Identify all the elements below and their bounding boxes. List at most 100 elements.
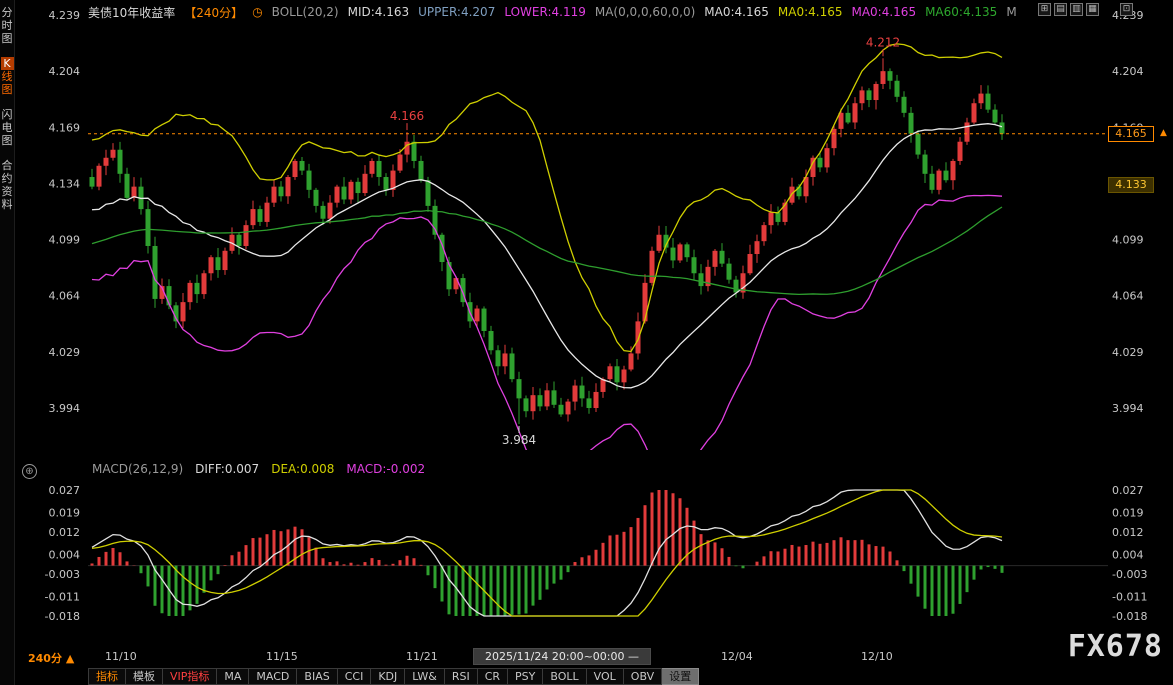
window-control-icon-4[interactable]: ⊡ — [1120, 3, 1133, 16]
toolbar-tab-8[interactable]: LW& — [405, 668, 445, 685]
sidebar-item-char: 资 — [1, 185, 14, 198]
period-selector-arrow-icon: ▲ — [66, 652, 74, 665]
x-axis-label: 11/10 — [105, 650, 137, 663]
ma-price-badge: 4.133 — [1108, 177, 1154, 193]
price-axis-label: 4.029 — [49, 346, 81, 359]
current-price-badge: 4.165 — [1108, 126, 1154, 142]
macd-diff-line — [92, 490, 1002, 616]
price-axis-label: 3.994 — [49, 402, 81, 415]
macd-axis-label: 0.027 — [49, 484, 81, 497]
toolbar-tab-9[interactable]: RSI — [445, 668, 478, 685]
price-axis-label: 4.099 — [1112, 234, 1144, 247]
macd-axis-label: -0.018 — [45, 610, 80, 623]
macd-axis-label: 0.027 — [1112, 484, 1144, 497]
macd-dea-value: DEA:0.008 — [271, 462, 334, 476]
sidebar-item-1[interactable]: K线图 — [1, 57, 14, 96]
macd-diff-value: DIFF:0.007 — [195, 462, 259, 476]
watermark-logo: FX678 — [1068, 629, 1163, 664]
toolbar-tab-0[interactable]: 指标 — [88, 668, 126, 685]
toolbar-tab-13[interactable]: VOL — [587, 668, 624, 685]
sidebar-item-3[interactable]: 合约资料 — [1, 159, 14, 211]
toolbar-tab-4[interactable]: MACD — [249, 668, 297, 685]
boll-mid-line — [92, 124, 1002, 388]
sidebar-item-char: 图 — [1, 83, 14, 96]
macd-axis-label: 0.004 — [49, 548, 81, 561]
boll-lower-value: LOWER:4.119 — [504, 5, 586, 19]
x-axis-row: 240分 ▲ 11/10 11/15 11/21 12/04 12/10 2025/11/… — [0, 648, 1173, 666]
x-axis-label: 11/15 — [266, 650, 298, 663]
chart-header: 美债10年收益率 【240分】 ◷ BOLL(20,2) MID:4.163 U… — [88, 3, 1017, 21]
boll-upper-value: UPPER:4.207 — [418, 5, 495, 19]
sidebar-item-char: 线 — [1, 70, 14, 83]
window-control-icon-3[interactable]: ▦ — [1086, 3, 1099, 16]
toolbar-tab-3[interactable]: MA — [217, 668, 249, 685]
price-annotation: 3.984 — [502, 433, 536, 447]
period-selector[interactable]: 240分 ▲ — [28, 650, 74, 666]
x-axis-label: 12/10 — [861, 650, 893, 663]
price-annotation: 4.166 — [390, 109, 424, 123]
macd-axis-label: 0.019 — [49, 506, 81, 519]
indicator-panel-icon[interactable]: ⊕ — [22, 464, 37, 479]
price-axis-label: 4.239 — [49, 9, 81, 22]
macd-legend: MACD(26,12,9) DIFF:0.007 DEA:0.008 MACD:… — [92, 462, 425, 476]
current-price-arrow-icon: ▲ — [1160, 128, 1167, 138]
toolbar-tab-7[interactable]: KDJ — [371, 668, 405, 685]
ma60-line — [92, 207, 1002, 294]
x-axis-label: 11/21 — [406, 650, 438, 663]
sidebar-item-char: 时 — [1, 19, 14, 32]
period-selector-label: 240分 — [28, 652, 62, 665]
macd-axis-label: -0.018 — [1112, 610, 1147, 623]
selected-period-label: 2025/11/24 20:00~00:00 — — [473, 648, 651, 665]
symbol-title: 美债10年收益率 — [88, 4, 175, 21]
price-axis-label: 4.204 — [49, 65, 81, 78]
macd-axis-label: 0.012 — [49, 526, 81, 539]
macd-dea-line — [92, 490, 1002, 616]
toolbar-tab-10[interactable]: CR — [478, 668, 508, 685]
toolbar-tab-12[interactable]: BOLL — [543, 668, 586, 685]
sidebar-item-char: 电 — [1, 121, 14, 134]
toolbar-tab-6[interactable]: CCI — [338, 668, 372, 685]
price-annotation: 4.212 — [866, 35, 900, 49]
period-label[interactable]: 【240分】 — [184, 4, 243, 21]
macd-name: MACD(26,12,9) — [92, 462, 183, 476]
toolbar-tab-15[interactable]: 设置 — [662, 668, 699, 685]
x-axis-label: 12/04 — [721, 650, 753, 663]
boll-mid-value: MID:4.163 — [348, 5, 410, 19]
toolbar-tab-11[interactable]: PSY — [508, 668, 543, 685]
price-axis-label: 4.029 — [1112, 346, 1144, 359]
price-axis-label: 4.204 — [1112, 65, 1144, 78]
ma0-value-1: MA0:4.165 — [704, 5, 769, 19]
ma0-value-3: MA0:4.165 — [851, 5, 916, 19]
window-control-icon-1[interactable]: ▤ — [1054, 3, 1067, 16]
price-chart-canvas[interactable]: 4.2394.2394.2044.2044.1694.1694.1344.134… — [0, 0, 1173, 450]
macd-axis-label: -0.003 — [1112, 568, 1147, 581]
macd-hist-value: MACD:-0.002 — [346, 462, 425, 476]
macd-chart-canvas[interactable]: 0.027 0.027 0.019 0.019 0.012 0.012 0.004 0.004… — [0, 450, 1173, 650]
toolbar-tab-1[interactable]: 模板 — [126, 668, 163, 685]
price-axis-label: 4.064 — [49, 290, 81, 303]
toolbar-tab-14[interactable]: OBV — [624, 668, 662, 685]
sidebar-item-char: 约 — [1, 172, 14, 185]
macd-axis-label: 0.004 — [1112, 548, 1144, 561]
window-control-icon-2[interactable]: ▥ — [1070, 3, 1083, 16]
price-axis-label: 4.134 — [49, 177, 81, 190]
clock-icon: ◷ — [252, 5, 262, 19]
chart-type-sidebar: 分时图 K线图闪电图合约资料 — [0, 0, 15, 685]
macd-histogram — [92, 490, 1002, 616]
price-axis-label: 4.099 — [49, 234, 81, 247]
toolbar-tab-5[interactable]: BIAS — [297, 668, 337, 685]
price-axis-label: 4.064 — [1112, 290, 1144, 303]
trading-chart-app: 4.2394.2394.2044.2044.1694.1694.1344.134… — [0, 0, 1173, 685]
window-control-icon-0[interactable]: ⊞ — [1038, 3, 1051, 16]
sidebar-item-2[interactable]: 闪电图 — [1, 108, 14, 147]
toolbar-tab-2[interactable]: VIP指标 — [163, 668, 217, 685]
ma-label: MA(0,0,0,60,0,0) — [595, 5, 695, 19]
macd-axis-label: 0.019 — [1112, 506, 1144, 519]
sidebar-item-0[interactable]: 分时图 — [1, 6, 14, 45]
macd-axis-label: 0.012 — [1112, 526, 1144, 539]
macd-axis-label: -0.003 — [45, 568, 80, 581]
indicator-toolbar: 指标模板VIP指标MAMACDBIASCCIKDJLW&RSICRPSYBOLL… — [88, 668, 699, 685]
sidebar-item-char: 合 — [1, 159, 14, 172]
macd-axis-label: -0.011 — [1112, 590, 1147, 603]
price-axis-label: 4.169 — [49, 121, 81, 134]
